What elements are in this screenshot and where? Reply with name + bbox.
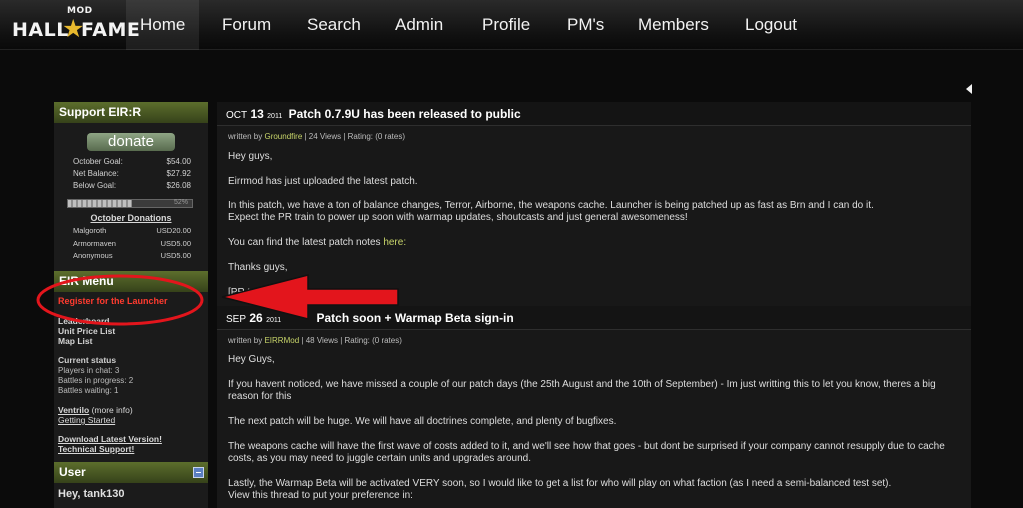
eir-menu-header: EIR Menu [54,271,208,292]
progress-fill [68,200,133,207]
post-title[interactable]: Patch soon + Warmap Beta sign-in [316,311,513,325]
goal-value: $27.92 [166,169,191,178]
patch-notes-text: You can find the latest patch notes [228,237,381,248]
goal-row: Net Balance: $27.92 [73,169,191,180]
left-sidebar: Support EIR:R donate October Goal: $54.0… [54,102,208,508]
post-header: SEP 26 2011 Patch soon + Warmap Beta sig… [217,306,971,330]
donor-row: Malgoroth USD20.00 [73,226,191,237]
donate-button[interactable]: donate [87,133,175,151]
post-paragraph: In this patch, we have a ton of balance … [228,200,874,211]
download-latest-link[interactable]: Download Latest Version! [58,434,162,444]
post-year: 2011 [266,317,282,324]
ventrilo-more-info[interactable]: (more info) [92,405,133,415]
technical-support-link[interactable]: Technical Support! [58,444,134,454]
goal-row: Below Goal: $26.08 [73,181,191,192]
goal-label: Below Goal: [73,181,117,190]
nav-logout[interactable]: Logout [731,0,811,50]
post-year: 2011 [267,113,283,120]
nav-search[interactable]: Search [293,0,375,50]
user-panel-header: User [54,462,208,483]
support-panel-header: Support EIR:R [54,102,208,123]
post-paragraph: The next patch will be huge. We will hav… [228,416,617,427]
goal-row: October Goal: $54.00 [73,157,191,168]
meta-prefix: written by [228,132,263,141]
nav-profile[interactable]: Profile [468,0,544,50]
goal-label: Net Balance: [73,169,119,178]
collapse-minus-icon[interactable] [193,467,204,478]
map-list-link[interactable]: Map List [58,336,92,346]
post-paragraph: reason for this [228,391,292,402]
nav-members[interactable]: Members [624,0,723,50]
user-greeting: Hey, tank130 [58,488,125,500]
post-author-link[interactable]: EIRRMod [264,336,299,345]
user-panel-title: User [59,465,86,479]
status-line: Battles waiting: 1 [58,386,119,395]
meta-suffix: | 24 Views | Rating: (0 rates) [304,132,406,141]
logo-hall-text: HALL [12,19,69,41]
collapse-arrow-icon[interactable] [966,84,972,94]
support-row: Technical Support! [58,444,134,454]
getting-started-row: Getting Started [58,415,115,425]
post-paragraph: Expect the PR train to power up soon wit… [228,212,688,223]
goal-label: October Goal: [73,157,123,166]
post-paragraph: costs, as you may need to juggle certain… [228,453,531,464]
post-day: 13 [250,107,264,121]
post-month: OCT [226,110,248,121]
download-row: Download Latest Version! [58,434,162,444]
donor-name: Armormaven [73,239,116,248]
post-author-link[interactable]: Groundfire [264,132,302,141]
post-paragraph: If you havent noticed, we have missed a … [228,379,936,390]
donor-row: Anonymous USD5.00 [73,251,191,262]
post-day: 26 [249,311,263,325]
donor-amount: USD5.00 [160,251,191,260]
nav-forum[interactable]: Forum [208,0,285,50]
post-paragraph: The weapons cache will have the first wa… [228,441,945,452]
current-status-title: Current status [58,355,117,365]
post-paragraph: Eirrmod has just uploaded the latest pat… [228,176,418,187]
goal-value: $54.00 [166,157,191,166]
post-paragraph: You can find the latest patch notes here… [228,237,963,248]
getting-started-link[interactable]: Getting Started [58,415,115,425]
post-month: SEP [226,314,247,325]
post-paragraph: Hey Guys, [228,354,275,365]
donor-name: Anonymous [73,251,113,260]
register-launcher-link[interactable]: Register for the Launcher [58,296,168,306]
patch-notes-link[interactable]: here: [383,237,406,248]
site-logo[interactable]: MOD HALL ★ FAME [12,6,140,46]
donations-link[interactable]: October Donations [54,213,208,223]
post-paragraph: View this thread to put your preference … [228,490,413,501]
ventrilo-link[interactable]: Ventrilo [58,405,89,415]
donor-row: Armormaven USD5.00 [73,239,191,250]
progress-percent: 52% [173,199,188,206]
donation-progress-bar: 52% [67,199,193,208]
post-meta: written by Groundfire | 24 Views | Ratin… [228,132,405,141]
post-header: OCT 13 2011 Patch 0.7.9U has been releas… [217,102,971,126]
meta-prefix: written by [228,336,263,345]
goal-value: $26.08 [166,181,191,190]
post-paragraph: Thanks guys, [228,262,288,273]
donor-amount: USD5.00 [160,239,191,248]
nav-home[interactable]: Home [126,0,200,50]
post-paragraph: Lastly, the Warmap Beta will be activate… [228,478,892,489]
status-line: Players in chat: 3 [58,366,120,375]
meta-suffix: | 48 Views | Rating: (0 rates) [301,336,402,345]
donor-name: Malgoroth [73,226,107,235]
nav-admin[interactable]: Admin [381,0,457,50]
donor-amount: USD20.00 [156,226,191,235]
post-meta: written by EIRRMod | 48 Views | Rating: … [228,336,402,345]
news-content: OCT 13 2011 Patch 0.7.9U has been releas… [217,102,971,508]
post-paragraph: [PR te [228,287,256,298]
post-paragraph: Hey guys, [228,151,273,162]
status-line: Battles in progress: 2 [58,376,134,385]
top-navigation-bar: MOD HALL ★ FAME Home Forum Search Admin … [0,0,1023,50]
unit-price-list-link[interactable]: Unit Price List [58,326,115,336]
post-title[interactable]: Patch 0.7.9U has been released to public [289,107,521,121]
leaderboard-link[interactable]: Leaderboard [58,316,110,326]
nav-pms[interactable]: PM's [553,0,618,50]
ventrilo-row: Ventrilo (more info) [58,405,133,415]
